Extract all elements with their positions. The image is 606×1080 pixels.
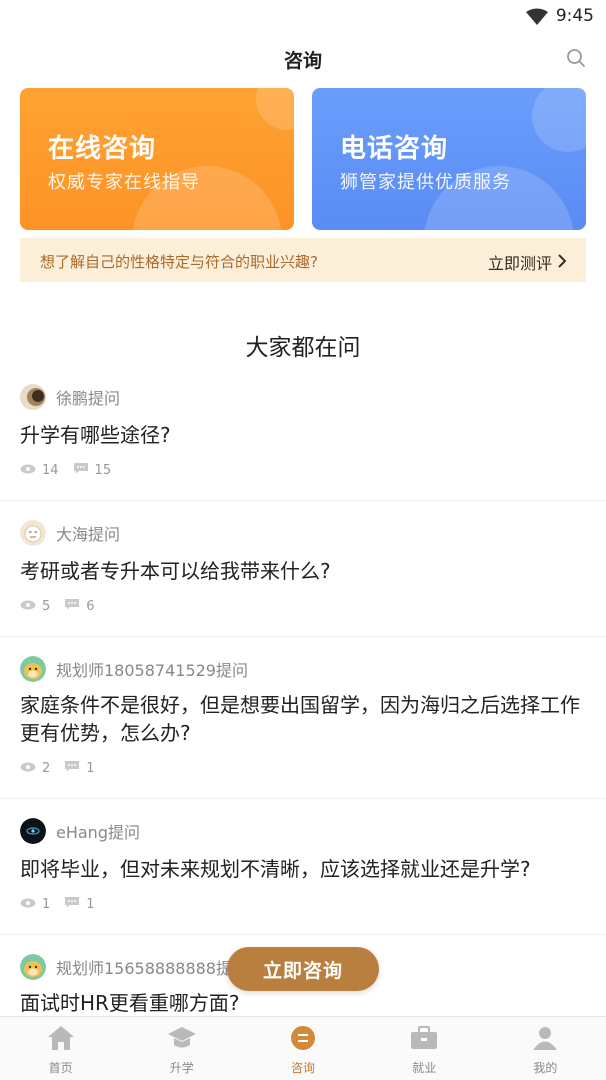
- asker-name: 大海提问: [56, 525, 121, 544]
- tab-label: 首页: [48, 1061, 73, 1075]
- search-icon[interactable]: [566, 48, 586, 72]
- online-consult-card[interactable]: 在线咨询 权威专家在线指导: [20, 88, 294, 230]
- header: 咨询: [0, 34, 606, 84]
- tab-label: 就业: [412, 1061, 437, 1075]
- asker-name: 徐鹏提问: [56, 389, 121, 408]
- comment-icon: [64, 760, 80, 776]
- tab-jobs[interactable]: 就业: [364, 1017, 485, 1080]
- comment-count: 1: [86, 896, 95, 912]
- tab-home[interactable]: 首页: [0, 1017, 121, 1080]
- question-item[interactable]: 规划师18058741529提问 家庭条件不是很好，但是想要出国留学，因为海归之…: [0, 656, 606, 799]
- asker-name: 规划师15658888888提问: [56, 959, 248, 978]
- avatar: [20, 954, 46, 980]
- comment-count: 1: [86, 760, 95, 776]
- tab-mine[interactable]: 我的: [485, 1017, 606, 1080]
- avatar: [20, 520, 46, 546]
- question-text: 升学有哪些途径?: [20, 423, 171, 447]
- wifi-icon: [526, 8, 548, 30]
- online-consult-subtitle: 权威专家在线指导: [48, 172, 200, 193]
- eye-icon: [20, 599, 36, 614]
- question-text: 考研或者专升本可以给我带来什么?: [20, 559, 331, 583]
- comment-icon: [64, 598, 80, 614]
- phone-consult-card[interactable]: 电话咨询 狮管家提供优质服务: [312, 88, 586, 230]
- online-consult-title: 在线咨询: [48, 134, 157, 164]
- briefcase-icon: [410, 1025, 438, 1055]
- tab-study[interactable]: 升学: [121, 1017, 242, 1080]
- asker: 规划师18058741529提问: [20, 656, 248, 682]
- view-count: 5: [42, 598, 51, 614]
- asker: 大海提问: [20, 520, 120, 546]
- comment-icon: [73, 462, 89, 478]
- question-item[interactable]: 徐鹏提问 升学有哪些途径? 14 15: [0, 384, 606, 501]
- eye-icon: [20, 463, 36, 478]
- asker-name: eHang提问: [56, 823, 140, 842]
- asker: 规划师15658888888提问: [20, 954, 248, 980]
- consult-now-button[interactable]: 立即咨询: [227, 947, 379, 991]
- question-text: 即将毕业，但对未来规划不清晰，应该选择就业还是升学?: [20, 857, 531, 881]
- tab-label: 咨询: [291, 1061, 316, 1075]
- eye-icon: [20, 761, 36, 776]
- question-text: 面试时HR更看重哪方面?: [20, 991, 240, 1015]
- tab-consult[interactable]: 咨询: [242, 1017, 363, 1080]
- question-item[interactable]: eHang提问 即将毕业，但对未来规划不清晰，应该选择就业还是升学? 1 1: [0, 818, 606, 935]
- question-stats: 5 6: [20, 598, 109, 614]
- eye-icon: [20, 897, 36, 912]
- asker: 徐鹏提问: [20, 384, 120, 410]
- home-icon: [47, 1025, 75, 1055]
- question-item[interactable]: 大海提问 考研或者专升本可以给我带来什么? 5 6: [0, 520, 606, 637]
- comment-icon: [64, 896, 80, 912]
- personality-test-banner[interactable]: 想了解自己的性格特定与符合的职业兴趣? 立即测评: [20, 238, 586, 282]
- consult-icon: [290, 1025, 316, 1055]
- status-bar: 9:45: [0, 0, 606, 34]
- bottom-tab-bar: 首页 升学 咨询 就业 我的: [0, 1016, 606, 1080]
- question-text: 家庭条件不是很好，但是想要出国留学，因为海归之后选择工作更有优势，怎么办?: [20, 693, 580, 745]
- phone-consult-subtitle: 狮管家提供优质服务: [340, 172, 511, 193]
- section-title: 大家都在问: [245, 335, 361, 361]
- tab-label: 我的: [533, 1061, 558, 1075]
- avatar: [20, 656, 46, 682]
- page-title: 咨询: [283, 50, 322, 72]
- avatar: [20, 384, 46, 410]
- person-icon: [532, 1025, 558, 1055]
- graduation-cap-icon: [167, 1025, 197, 1055]
- asker-name: 规划师18058741529提问: [56, 661, 248, 680]
- question-stats: 2 1: [20, 760, 109, 776]
- test-now-link[interactable]: 立即测评: [487, 250, 567, 274]
- view-count: 2: [42, 760, 51, 776]
- avatar: [20, 818, 46, 844]
- question-stats: 14 15: [20, 462, 125, 478]
- question-stats: 1 1: [20, 896, 109, 912]
- banner-text: 想了解自己的性格特定与符合的职业兴趣?: [40, 253, 318, 271]
- chevron-right-icon: [558, 253, 567, 272]
- asker: eHang提问: [20, 818, 140, 844]
- comment-count: 15: [94, 462, 112, 478]
- comment-count: 6: [86, 598, 95, 614]
- status-time: 9:45: [555, 6, 594, 26]
- view-count: 1: [42, 896, 51, 912]
- view-count: 14: [42, 462, 59, 478]
- phone-consult-title: 电话咨询: [340, 134, 449, 164]
- tab-label: 升学: [169, 1061, 194, 1075]
- test-now-label: 立即测评: [487, 254, 552, 273]
